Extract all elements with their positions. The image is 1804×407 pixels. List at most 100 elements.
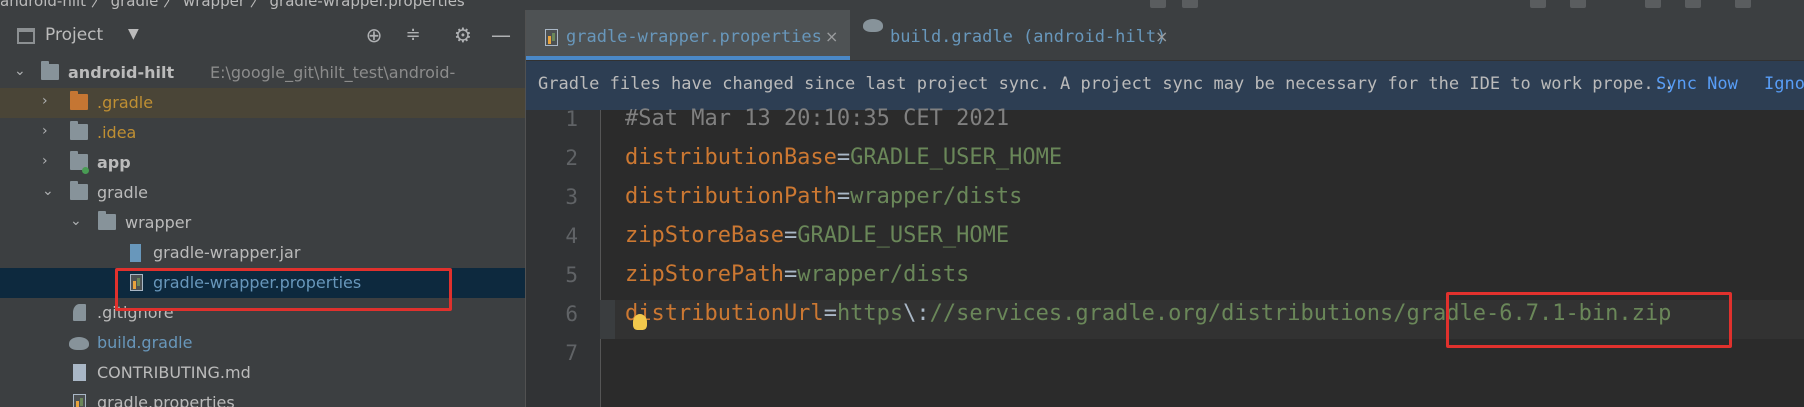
chevron-down-icon[interactable]: ⌄ <box>42 183 54 199</box>
line-number: 5 <box>565 263 578 287</box>
property-key: distributionUrl <box>625 301 824 326</box>
tree-item-dot-idea[interactable]: › .idea <box>0 118 525 148</box>
chevron-right-icon[interactable]: › <box>42 153 48 169</box>
gear-icon[interactable]: ⚙ <box>451 23 475 47</box>
code-line-5[interactable]: zipStorePath=wrapper/dists <box>625 262 969 287</box>
module-status-dot <box>82 167 89 174</box>
run-icon[interactable] <box>1150 0 1166 8</box>
tree-item-gradle-wrapper-jar[interactable]: gradle-wrapper.jar <box>0 238 525 268</box>
tab-label: build.gradle (android-hilt) <box>890 27 1167 47</box>
chevron-down-icon[interactable]: ⌄ <box>14 63 26 79</box>
highlight-box <box>1446 292 1732 348</box>
tree-item-app[interactable]: › app <box>0 148 525 178</box>
tree-item-label: gradle-wrapper.jar <box>153 243 301 262</box>
property-value: wrapper/dists <box>850 184 1023 209</box>
tree-item-label: .idea <box>97 123 137 142</box>
property-key: distributionBase <box>625 145 837 170</box>
project-panel: Project ▼ ⊕ ≑ ⚙ — ⌄ android-hilt E:\goog… <box>0 10 525 407</box>
code-line-2[interactable]: distributionBase=GRADLE_USER_HOME <box>625 145 1062 170</box>
folder-icon <box>70 181 88 200</box>
tree-item-contributing-md[interactable]: CONTRIBUTING.md <box>0 358 525 388</box>
ignore-link[interactable]: Ignore <box>1764 74 1804 94</box>
chevron-right-icon[interactable]: › <box>42 123 48 139</box>
project-view-selector[interactable]: Project <box>45 25 103 45</box>
sync-now-link[interactable]: Sync Now <box>1656 74 1738 94</box>
comment-text: #Sat Mar 13 20:10:35 CET 2021 <box>625 106 1010 131</box>
editor-tabs: gradle-wrapper.properties × build.gradle… <box>526 10 1804 61</box>
caret-gutter-marker <box>600 300 615 339</box>
tab-build-gradle[interactable]: build.gradle (android-hilt) × <box>850 10 1182 60</box>
tree-item-label: app <box>97 153 131 172</box>
history-icon[interactable] <box>1645 0 1661 8</box>
project-panel-header: Project ▼ ⊕ ≑ ⚙ — <box>0 10 525 56</box>
tree-item-gradle-properties[interactable]: gradle.properties <box>0 388 525 407</box>
tree-item-label: .gradle <box>97 93 154 112</box>
code-line-3[interactable]: distributionPath=wrapper/dists <box>625 184 1022 209</box>
git-commit-icon[interactable] <box>1570 0 1586 8</box>
tree-item-dot-gradle[interactable]: › .gradle <box>0 88 525 118</box>
equals-sign: = <box>783 223 798 248</box>
properties-file-icon <box>545 29 558 46</box>
breadcrumb[interactable]: android-hilt 〉 gradle 〉 wrapper 〉 gradle… <box>0 0 465 10</box>
property-value: wrapper/dists <box>797 262 970 287</box>
locate-target-icon[interactable]: ⊕ <box>362 23 386 47</box>
chevron-down-icon[interactable]: ⌄ <box>70 213 82 229</box>
project-window-icon <box>17 28 35 44</box>
property-key: distributionPath <box>625 184 837 209</box>
hide-panel-icon[interactable]: — <box>489 23 513 47</box>
chevron-down-icon[interactable]: ▼ <box>128 26 139 42</box>
code-line-4[interactable]: zipStoreBase=GRADLE_USER_HOME <box>625 223 1009 248</box>
tree-item-android-hilt[interactable]: ⌄ android-hilt E:\google_git\hilt_test\a… <box>0 58 525 88</box>
code-line-1[interactable]: #Sat Mar 13 20:10:35 CET 2021 <box>625 106 1009 131</box>
properties-file-icon <box>73 394 86 407</box>
settings-icon[interactable] <box>1735 0 1751 8</box>
gradle-elephant-icon <box>863 19 883 32</box>
tree-item-label: gradle.properties <box>97 393 235 407</box>
line-number: 3 <box>565 185 578 209</box>
collapse-all-icon[interactable]: ≑ <box>401 23 425 47</box>
module-folder-icon <box>41 61 59 80</box>
equals-sign: = <box>783 262 798 287</box>
tree-item-label: build.gradle <box>97 333 193 352</box>
property-key: zipStoreBase <box>625 223 784 248</box>
highlight-box <box>115 268 452 311</box>
close-icon[interactable]: × <box>825 27 838 46</box>
tab-label: gradle-wrapper.properties <box>566 27 822 47</box>
equals-sign: = <box>836 184 851 209</box>
line-number: 1 <box>565 107 578 131</box>
lightbulb-icon[interactable] <box>633 314 647 330</box>
chevron-right-icon[interactable]: › <box>42 93 48 109</box>
tab-gradle-wrapper-properties[interactable]: gradle-wrapper.properties × <box>526 10 850 60</box>
tree-item-wrapper[interactable]: ⌄ wrapper <box>0 208 525 238</box>
line-number: 7 <box>565 341 578 365</box>
tree-item-label: CONTRIBUTING.md <box>97 363 251 382</box>
navigation-bar: android-hilt 〉 gradle 〉 wrapper 〉 gradle… <box>0 0 1804 10</box>
tree-item-gradle[interactable]: ⌄ gradle <box>0 178 525 208</box>
folder-icon <box>70 121 88 140</box>
sync-notification-banner: Gradle files have changed since last pro… <box>526 61 1804 110</box>
close-icon[interactable]: × <box>1155 27 1168 46</box>
debug-icon[interactable] <box>1182 0 1198 8</box>
tree-item-build-gradle[interactable]: build.gradle <box>0 328 525 358</box>
property-key: zipStorePath <box>625 262 784 287</box>
folder-icon <box>70 91 88 110</box>
escaped-colon: \: <box>903 301 930 326</box>
line-number: 2 <box>565 146 578 170</box>
banner-message: Gradle files have changed since last pro… <box>538 74 1675 94</box>
property-value: GRADLE_USER_HOME <box>850 145 1063 170</box>
ignore-file-icon <box>73 304 86 321</box>
gradle-elephant-icon <box>69 337 89 350</box>
jar-file-icon <box>130 244 141 262</box>
git-update-icon[interactable] <box>1530 0 1546 8</box>
url-path: //services.gradle.org/distributions/ <box>929 301 1407 326</box>
folder-icon <box>98 211 116 230</box>
gutter-divider <box>600 110 601 407</box>
line-number: 6 <box>565 302 578 326</box>
editor-area: gradle-wrapper.properties × build.gradle… <box>526 10 1804 407</box>
equals-sign: = <box>823 301 837 326</box>
undo-icon[interactable] <box>1685 0 1701 8</box>
markdown-file-icon <box>73 364 86 381</box>
equals-sign: = <box>836 145 851 170</box>
line-number: 4 <box>565 224 578 248</box>
url-scheme: https <box>836 301 904 326</box>
